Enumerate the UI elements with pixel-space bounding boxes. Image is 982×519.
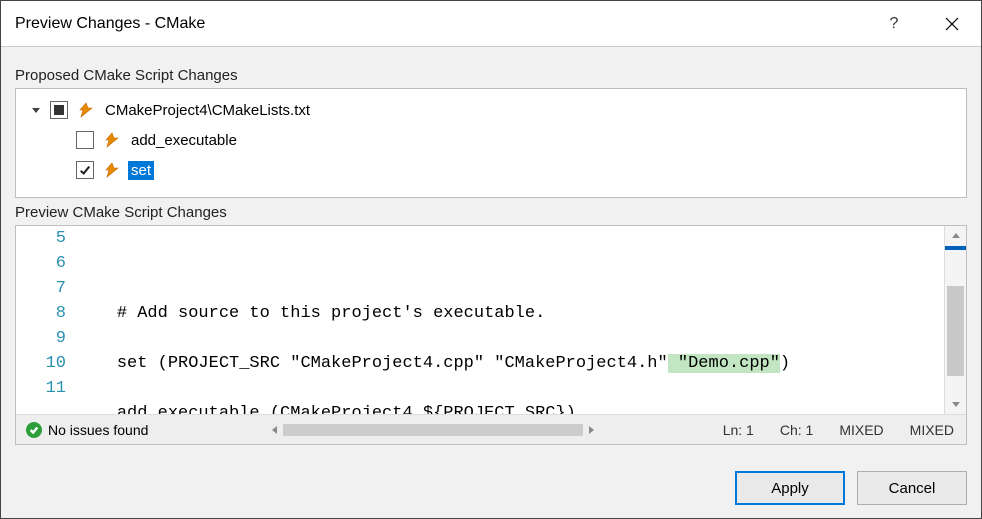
changes-tree[interactable]: CMakeProject4\CMakeLists.txt add_executa… [15,88,967,198]
tree-row-root[interactable]: CMakeProject4\CMakeLists.txt [24,95,958,125]
line-number: 7 [16,276,66,301]
scroll-right-arrow-icon[interactable] [583,425,599,435]
scroll-position-marker [945,246,966,250]
line-number: 11 [16,376,66,401]
tree-root-label: CMakeProject4\CMakeLists.txt [102,101,313,120]
titlebar: Preview Changes - CMake ? [1,1,981,47]
ok-check-icon [26,422,42,438]
expander-icon[interactable] [28,102,44,118]
preview-changes-label: Preview CMake Script Changes [15,204,967,221]
code-lines: # Add source to this project's executabl… [76,226,944,414]
proposed-changes-label: Proposed CMake Script Changes [15,67,967,84]
code-editor[interactable]: 5 6 7 8 9 10 11 # Add source to this pro… [16,226,944,414]
line-number: 10 [16,351,66,376]
line-number: 8 [16,301,66,326]
added-text-highlight: "Demo.cpp" [668,354,780,373]
dialog-window: Preview Changes - CMake ? Proposed CMake… [0,0,982,519]
line-number-gutter: 5 6 7 8 9 10 11 [16,226,76,414]
encoding-indicator[interactable]: MIXED [833,422,889,438]
close-icon [945,17,959,31]
cmake-file-icon [76,100,96,120]
apply-button[interactable]: Apply [735,471,845,505]
help-button[interactable]: ? [865,1,923,47]
checkbox-checked[interactable] [76,161,94,179]
close-button[interactable] [923,1,981,47]
code-line: add_executable (CMakeProject4 ${PROJECT_… [76,401,944,414]
editor-statusbar: No issues found Ln: 1 Ch: 1 MIXED MIXED [16,414,966,444]
line-endings-indicator[interactable]: MIXED [904,422,960,438]
checkbox-partial[interactable] [50,101,68,119]
tree-row-set[interactable]: set [24,155,958,185]
checkbox-unchecked[interactable] [76,131,94,149]
issues-indicator[interactable]: No issues found [26,422,148,438]
window-title: Preview Changes - CMake [15,15,865,33]
cursor-line[interactable]: Ln: 1 [717,422,760,438]
scroll-thumb[interactable] [947,286,964,376]
code-line: set (PROJECT_SRC "CMakeProject4.cpp" "CM… [76,351,944,376]
checkmark-icon [79,164,91,176]
checkbox-partial-mark-icon [54,105,64,115]
scroll-down-arrow-icon[interactable] [945,394,966,414]
scroll-up-arrow-icon[interactable] [945,226,966,246]
dialog-body: Proposed CMake Script Changes CMakeProje… [1,47,981,458]
line-number: 5 [16,226,66,251]
scroll-left-arrow-icon[interactable] [267,425,283,435]
line-number: 9 [16,326,66,351]
line-number: 6 [16,251,66,276]
vertical-scrollbar[interactable] [944,226,966,414]
editor-main: 5 6 7 8 9 10 11 # Add source to this pro… [16,226,966,414]
tree-row-add-executable[interactable]: add_executable [24,125,958,155]
code-line: # Add source to this project's executabl… [76,301,944,326]
cmake-change-icon [102,160,122,180]
horizontal-scroll-thumb[interactable] [283,424,583,436]
cursor-col[interactable]: Ch: 1 [774,422,819,438]
dialog-footer: Apply Cancel [1,458,981,518]
horizontal-scrollbar[interactable] [162,415,702,444]
tree-item-label: add_executable [128,131,240,150]
code-preview-panel: 5 6 7 8 9 10 11 # Add source to this pro… [15,225,967,445]
cmake-change-icon [102,130,122,150]
cancel-button[interactable]: Cancel [857,471,967,505]
issues-text: No issues found [48,422,148,438]
code-line [76,251,944,276]
tree-item-label: set [128,161,154,180]
